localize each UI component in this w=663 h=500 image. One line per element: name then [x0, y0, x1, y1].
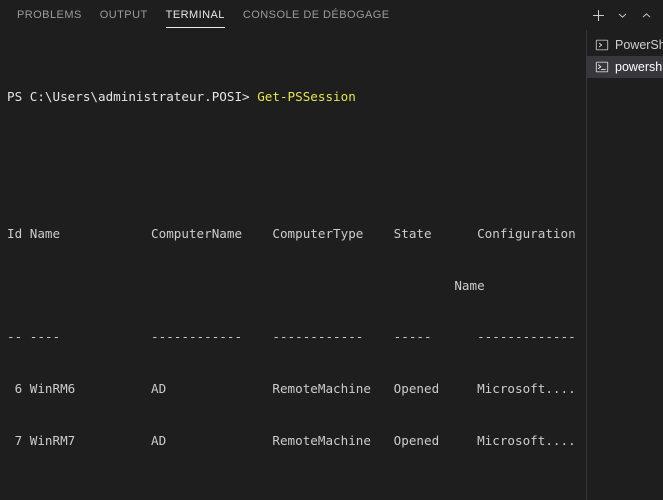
new-terminal-icon[interactable]: [587, 4, 609, 26]
tab-terminal[interactable]: TERMINAL: [157, 0, 234, 30]
terminal-list-item-powershell[interactable]: PowerSh: [587, 34, 663, 56]
table-header-row-2: Name: [7, 277, 586, 294]
tab-terminal-label: TERMINAL: [166, 9, 225, 21]
terminal-list-item-label: powersh: [615, 60, 662, 74]
table-row: 7 WinRM7 AD RemoteMachine Opened Microso…: [7, 432, 586, 449]
tab-console-de-debogage-label: CONSOLE DE DÉBOGAGE: [243, 9, 390, 21]
tab-problems-label: PROBLEMS: [17, 9, 82, 21]
command-get-pssession-1: Get-PSSession: [257, 89, 356, 104]
tab-output-label: OUTPUT: [100, 9, 148, 21]
chevron-down-icon[interactable]: [611, 4, 633, 26]
tab-console-de-debogage[interactable]: CONSOLE DE DÉBOGAGE: [234, 0, 399, 30]
prompt-1: PS C:\Users\administrateur.POSI>: [7, 89, 257, 104]
terminal-line-command-1: PS C:\Users\administrateur.POSI> Get-PSS…: [7, 88, 586, 105]
terminal-panel: PROBLEMS OUTPUT TERMINAL CONSOLE DE DÉBO…: [0, 0, 663, 500]
terminal-list-item-label: PowerSh: [615, 38, 663, 52]
terminal-output-area[interactable]: PS C:\Users\administrateur.POSI> Get-PSS…: [0, 30, 586, 500]
terminal-blank-1: [7, 156, 586, 173]
table-divider-row: -- ---- ------------ ------------ ----- …: [7, 328, 586, 345]
panel-tab-bar: PROBLEMS OUTPUT TERMINAL CONSOLE DE DÉBO…: [0, 0, 663, 30]
tab-problems[interactable]: PROBLEMS: [8, 0, 91, 30]
tab-output[interactable]: OUTPUT: [91, 0, 157, 30]
powershell-terminal-icon: [594, 38, 609, 53]
table-row: 6 WinRM6 AD RemoteMachine Opened Microso…: [7, 380, 586, 397]
panel-actions: [587, 0, 657, 30]
terminal-list-item-powershell-shell[interactable]: powersh: [587, 56, 663, 78]
terminal-instance-list: PowerSh powersh: [586, 30, 663, 500]
terminal-lines: PS C:\Users\administrateur.POSI> Get-PSS…: [0, 36, 586, 500]
table-header-row-1: Id Name ComputerName ComputerType State …: [7, 225, 586, 242]
chevron-up-icon[interactable]: [635, 4, 657, 26]
panel-tabs: PROBLEMS OUTPUT TERMINAL CONSOLE DE DÉBO…: [8, 0, 399, 30]
panel-body: PS C:\Users\administrateur.POSI> Get-PSS…: [0, 30, 663, 500]
shell-terminal-icon: [594, 60, 609, 75]
